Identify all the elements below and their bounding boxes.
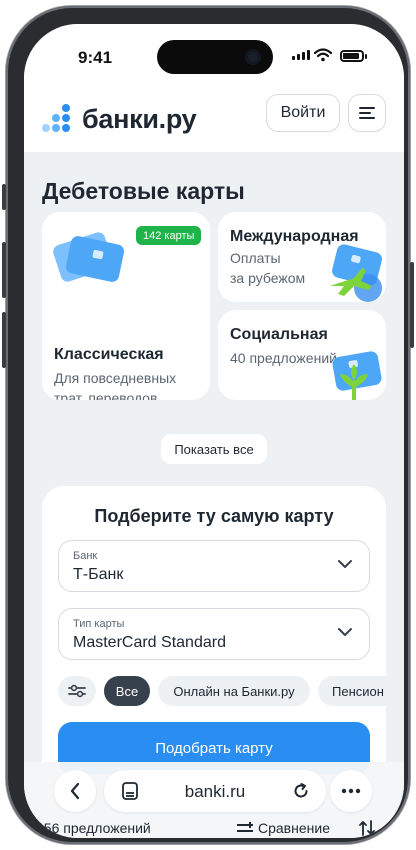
filter-chips: Все Онлайн на Банки.ру Пенсион: [58, 676, 386, 706]
filter-sliders-icon: [68, 684, 86, 698]
banki-logo-icon[interactable]: [42, 104, 78, 136]
offers-count: 456 предложений: [36, 820, 151, 836]
chevron-down-icon: [338, 560, 352, 568]
volume-up-button: [2, 242, 6, 298]
results-bar: 456 предложений Сравнение: [24, 820, 404, 838]
dynamic-island: [157, 40, 273, 74]
camera: [245, 49, 261, 65]
wifi-icon: [314, 48, 332, 62]
filter-chip-pension[interactable]: Пенсион: [318, 676, 386, 706]
filter-settings-button[interactable]: [58, 676, 96, 706]
category-subtitle-line: Для повседневных: [54, 370, 177, 386]
more-icon: [341, 788, 361, 794]
cellular-signal-icon: [292, 50, 310, 60]
menu-button[interactable]: [348, 94, 386, 132]
status-time: 9:41: [78, 48, 113, 67]
airplane-card-icon: [330, 244, 382, 302]
bank-select-value: Т-Банк: [73, 566, 124, 583]
category-subtitle-line: за рубежом: [230, 270, 306, 286]
status-bar: 9:41: [24, 24, 404, 88]
compare-label: Сравнение: [258, 820, 330, 836]
category-subtitle: Оплаты за рубежом: [230, 248, 305, 288]
device-frame: 9:41 банки.ру Войти Дебетовые карты 142 …: [2, 6, 414, 844]
browser-toolbar: banki.ru 456 предложений Сравнение: [24, 762, 404, 838]
chevron-down-icon: [338, 628, 352, 636]
card-type-select-label: Тип карты: [73, 618, 125, 630]
category-title: Социальная: [230, 326, 328, 343]
back-icon: [70, 782, 80, 800]
site-header: банки.ру Войти: [24, 88, 404, 152]
category-card-classic[interactable]: 142 карты Классическая Для повседневных …: [42, 212, 210, 400]
screen: 9:41 банки.ру Войти Дебетовые карты 142 …: [24, 24, 404, 838]
category-card-social[interactable]: Социальная 40 предложений: [218, 310, 386, 400]
battery-icon: [340, 50, 367, 62]
sort-icon[interactable]: [358, 820, 376, 836]
card-filter-panel: Подберите ту самую карту Банк Т-Банк Тип…: [42, 486, 386, 786]
category-card-international[interactable]: Международная Оплаты за рубежом: [218, 212, 386, 302]
show-all-button[interactable]: Показать все: [161, 434, 267, 464]
page-title: Дебетовые карты: [42, 178, 245, 204]
filter-chip-online[interactable]: Онлайн на Банки.ру: [158, 676, 310, 706]
category-subtitle-line: трат, переводов: [54, 390, 158, 400]
address-bar[interactable]: banki.ru: [104, 770, 326, 812]
card-type-select[interactable]: Тип карты MasterCard Standard: [58, 608, 370, 660]
bank-select[interactable]: Банк Т-Банк: [58, 540, 370, 592]
cards-stack-icon: [53, 232, 125, 282]
cards-count-badge: 142 карты: [136, 226, 202, 245]
category-subtitle-line: Оплаты: [230, 250, 281, 266]
action-button: [2, 184, 6, 210]
brand-name[interactable]: банки.ру: [82, 104, 197, 135]
compare-icon: [237, 822, 253, 832]
leaf-card-icon: [332, 351, 382, 400]
volume-down-button: [2, 312, 6, 368]
category-title: Классическая: [54, 346, 164, 363]
bank-select-label: Банк: [73, 550, 98, 562]
card-type-select-value: MasterCard Standard: [73, 634, 226, 651]
power-button: [410, 262, 414, 348]
category-subtitle: 40 предложений: [230, 350, 337, 366]
more-button[interactable]: [330, 770, 372, 812]
compare-button[interactable]: Сравнение: [236, 820, 330, 836]
filter-title: Подберите ту самую карту: [94, 506, 334, 526]
category-subtitle: Для повседневных трат, переводов: [54, 368, 176, 400]
filter-chip-all[interactable]: Все: [104, 676, 150, 706]
menu-icon: [359, 107, 375, 109]
login-button[interactable]: Войти: [266, 94, 340, 132]
back-button[interactable]: [54, 770, 96, 812]
reload-icon[interactable]: [292, 782, 310, 800]
